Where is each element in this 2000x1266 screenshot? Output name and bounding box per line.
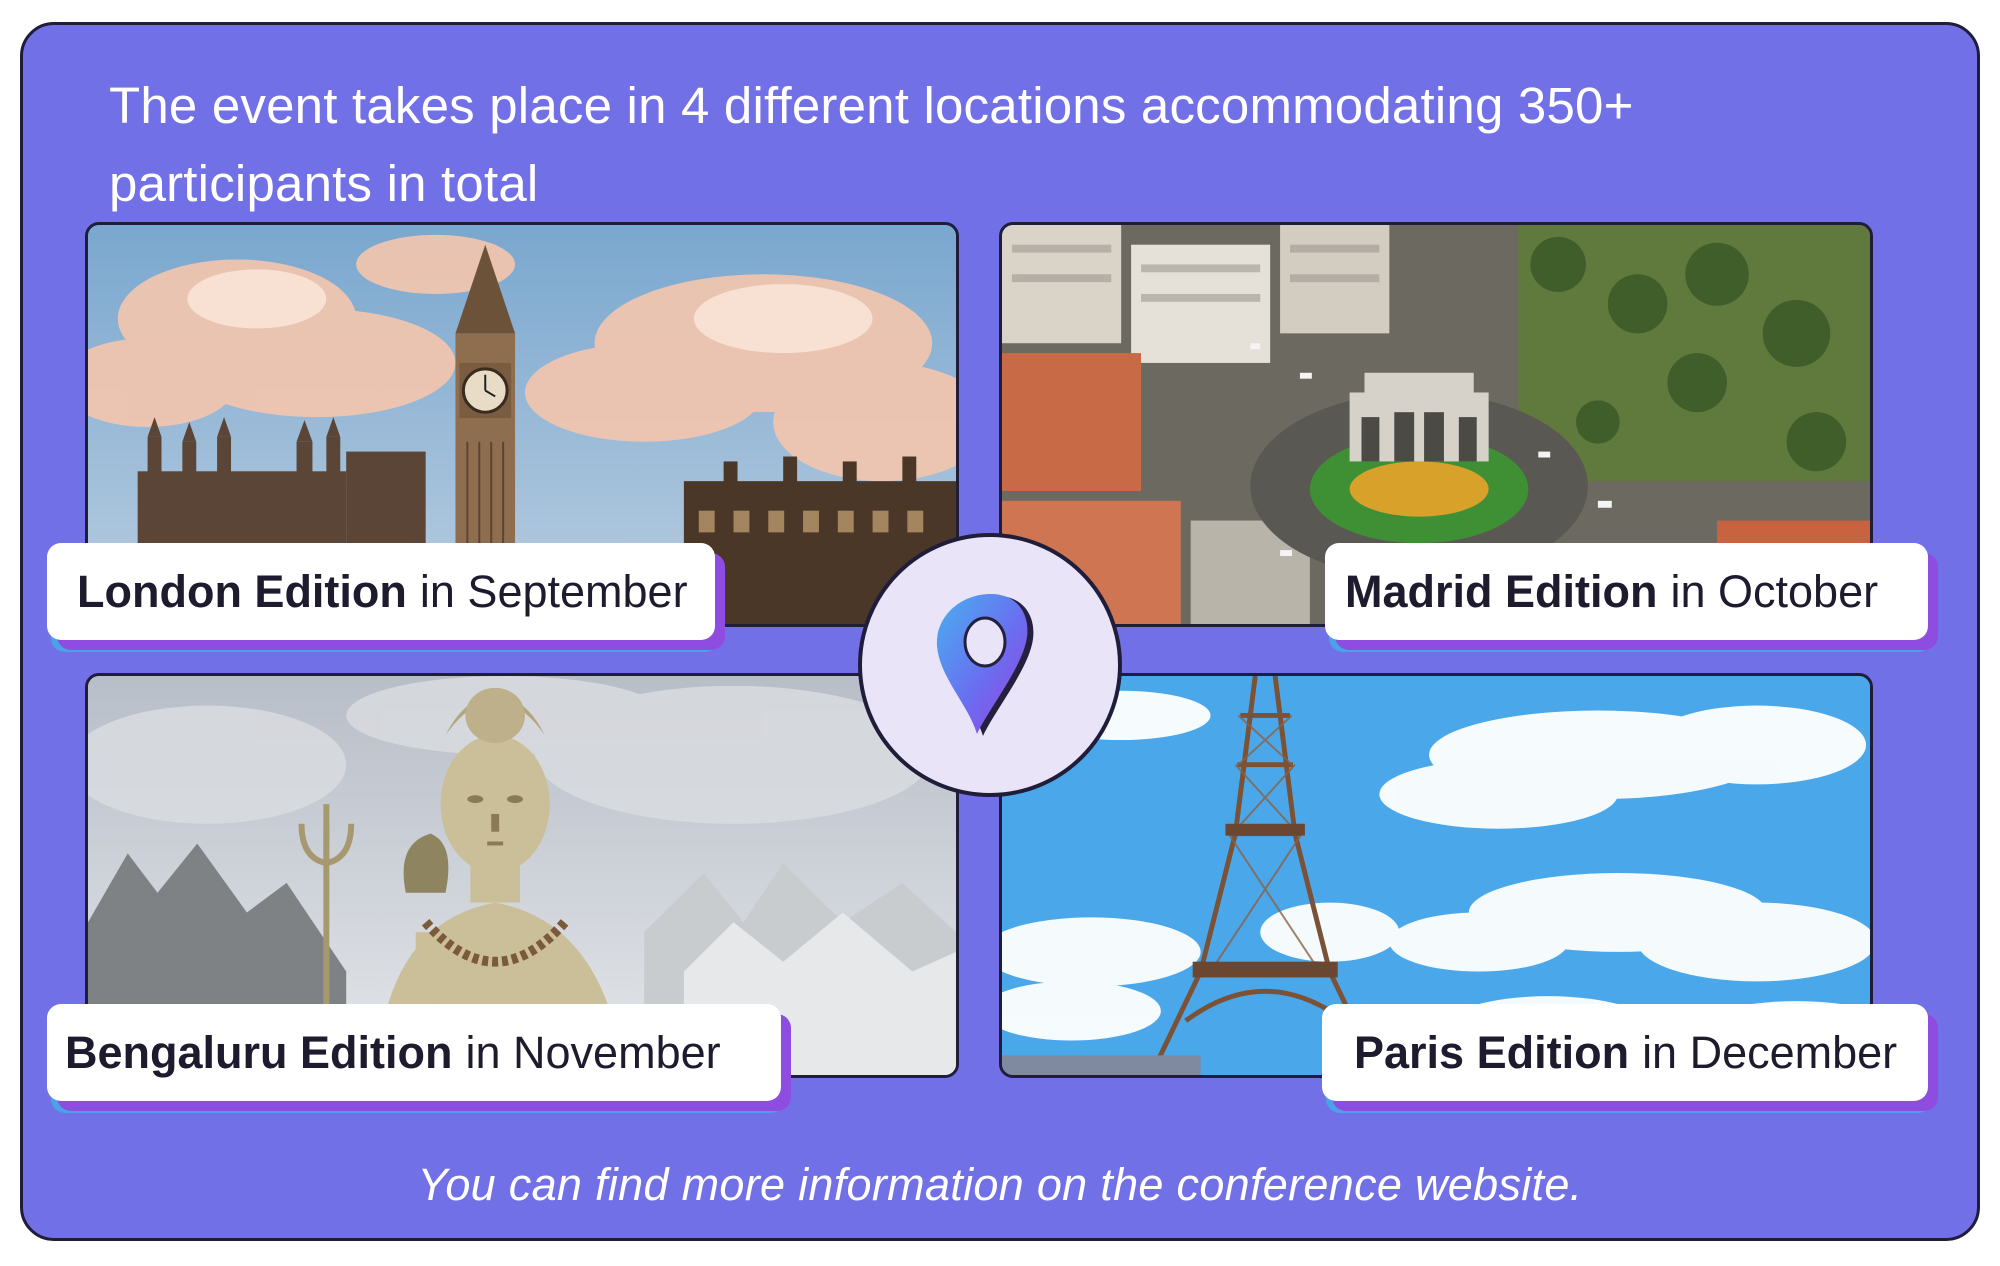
edition-month: in September — [419, 565, 688, 617]
edition-label-london: London Edition in September — [47, 543, 715, 640]
edition-label-paris: Paris Edition in December — [1322, 1004, 1928, 1101]
edition-label-madrid: Madrid Edition in October — [1325, 543, 1928, 640]
edition-month: in November — [465, 1026, 721, 1078]
edition-label-bengaluru: Bengaluru Edition in November — [47, 1004, 781, 1101]
location-pin-badge — [858, 533, 1122, 797]
headline: The event takes place in 4 different loc… — [109, 77, 1634, 212]
footer-note: You can find more information on the con… — [417, 1159, 1583, 1210]
edition-city: Bengaluru Edition — [65, 1026, 453, 1078]
edition-month: in December — [1642, 1026, 1898, 1078]
location-pin-icon — [936, 594, 1034, 736]
edition-city: Madrid Edition — [1345, 565, 1658, 617]
edition-month: in October — [1670, 565, 1879, 617]
edition-city: Paris Edition — [1354, 1026, 1630, 1078]
edition-city: London Edition — [77, 565, 407, 617]
